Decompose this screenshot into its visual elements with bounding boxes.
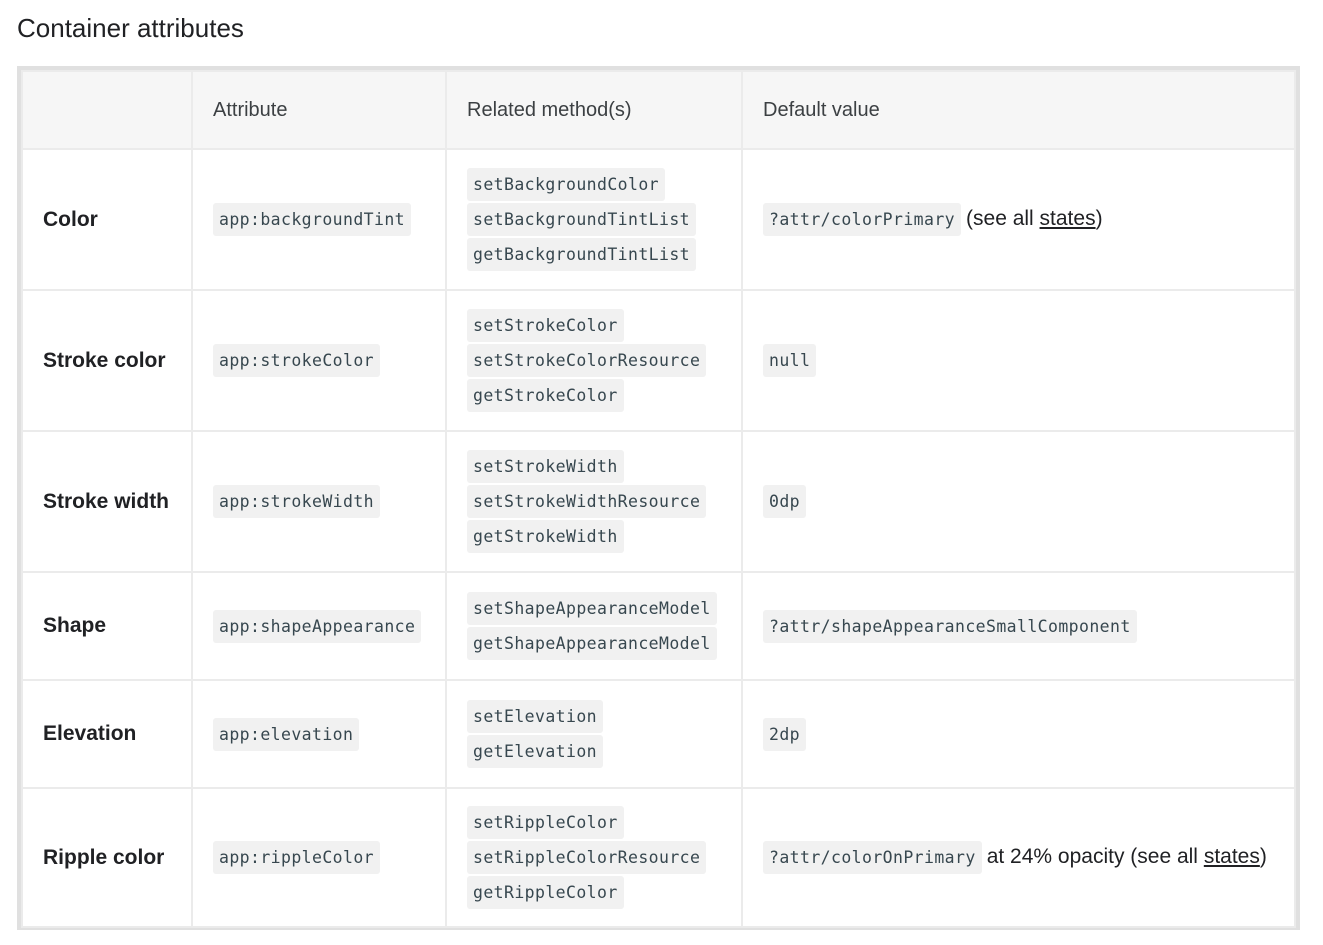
method-code: setElevation [467,700,604,733]
attribute-code: app:rippleColor [213,841,381,874]
header-default-value: Default value [741,70,1296,150]
table-row-ripple-color: Ripple color app:rippleColor setRippleCo… [21,787,1296,928]
method-code: setStrokeColor [467,309,624,342]
attribute-code: app:strokeColor [213,344,381,377]
method-code: setRippleColorResource [467,841,707,874]
table-row-shape: Shape app:shapeAppearance setShapeAppear… [21,571,1296,681]
table-row-stroke-width: Stroke width app:strokeWidth setStrokeWi… [21,430,1296,573]
method-code: getStrokeColor [467,379,624,412]
method-code: setStrokeWidth [467,450,624,483]
page-title: Container attributes [17,13,244,43]
attribute-code: app:backgroundTint [213,203,412,236]
attribute-code: app:elevation [213,717,360,751]
default-value-cell: 2dp [741,679,1296,789]
default-code: 2dp [763,717,807,751]
states-link[interactable]: states [1204,845,1260,868]
row-name: Stroke width [21,430,193,573]
default-note: (see all states) [966,207,1103,230]
method-code: setBackgroundTintList [467,203,697,236]
table-row-elevation: Elevation app:elevation setElevation get… [21,679,1296,789]
default-value-cell: ?attr/shapeAppearanceSmallComponent [741,571,1296,681]
method-code: setBackgroundColor [467,168,666,201]
method-code: getRippleColor [467,876,624,909]
table-row-stroke-color: Stroke color app:strokeColor setStrokeCo… [21,289,1296,432]
header-row-name [21,70,193,150]
method-code: getStrokeWidth [467,520,624,553]
attributes-table-container: Attribute Related method(s) Default valu… [17,66,1300,930]
default-code: ?attr/colorOnPrimary [763,841,982,874]
row-name: Color [21,148,193,291]
default-code: ?attr/colorPrimary [763,203,962,236]
default-code: null [763,344,817,377]
attribute-cell: app:elevation [191,679,447,789]
method-code: setShapeAppearanceModel [467,592,717,625]
methods-cell: setShapeAppearanceModel getShapeAppearan… [445,571,743,681]
default-note-suffix: ) [1095,207,1103,230]
attribute-code: app:shapeAppearance [213,609,422,643]
method-code: setStrokeWidthResource [467,485,707,518]
default-note-prefix: (see all [966,207,1040,230]
attribute-cell: app:rippleColor [191,787,447,928]
methods-cell: setRippleColor setRippleColorResource ge… [445,787,743,928]
method-code: setRippleColor [467,806,624,839]
attribute-cell: app:shapeAppearance [191,571,447,681]
attribute-cell: app:strokeColor [191,289,447,432]
default-value-cell: null [741,289,1296,432]
default-note-suffix: ) [1259,845,1267,868]
method-code: setStrokeColorResource [467,344,707,377]
states-link[interactable]: states [1040,207,1096,230]
method-code: getElevation [467,735,604,768]
default-value-cell: 0dp [741,430,1296,573]
row-name: Stroke color [21,289,193,432]
default-code: 0dp [763,485,807,518]
attributes-table: Attribute Related method(s) Default valu… [21,70,1296,928]
header-attribute: Attribute [191,70,447,150]
method-code: getShapeAppearanceModel [467,627,717,660]
attribute-code: app:strokeWidth [213,485,381,518]
attribute-cell: app:strokeWidth [191,430,447,573]
default-value-cell: ?attr/colorPrimary (see all states) [741,148,1296,291]
methods-cell: setElevation getElevation [445,679,743,789]
default-code: ?attr/shapeAppearanceSmallComponent [763,609,1137,643]
default-note-prefix: at 24% opacity (see all [986,845,1204,868]
header-related-methods: Related method(s) [445,70,743,150]
default-value-cell: ?attr/colorOnPrimary at 24% opacity (see … [741,787,1296,928]
method-code: getBackgroundTintList [467,238,697,271]
attribute-cell: app:backgroundTint [191,148,447,291]
default-note: at 24% opacity (see all states) [987,845,1267,868]
table-header-row: Attribute Related method(s) Default valu… [21,70,1296,150]
row-name: Ripple color [21,787,193,928]
row-name: Elevation [21,679,193,789]
methods-cell: setStrokeColor setStrokeColorResource ge… [445,289,743,432]
table-row-color: Color app:backgroundTint setBackgroundCo… [21,148,1296,291]
methods-cell: setBackgroundColor setBackgroundTintList… [445,148,743,291]
row-name: Shape [21,571,193,681]
methods-cell: setStrokeWidth setStrokeWidthResource ge… [445,430,743,573]
